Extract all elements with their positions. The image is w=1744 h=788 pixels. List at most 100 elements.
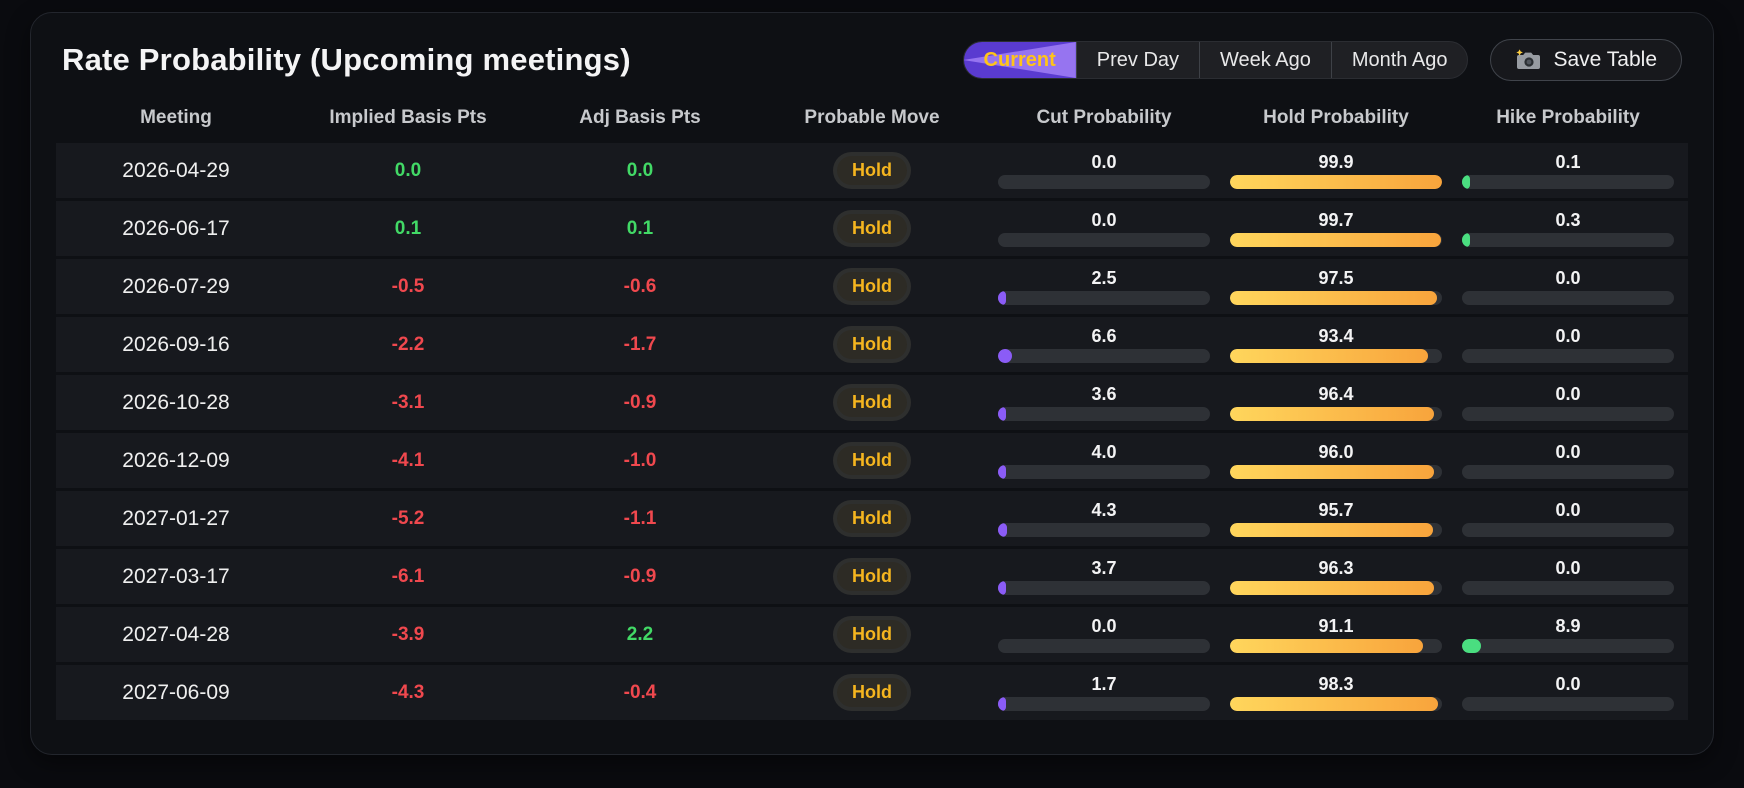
hike-probability-track	[1462, 175, 1674, 189]
meeting-date: 2026-06-17	[122, 216, 230, 240]
implied-basis-pts: -2.2	[391, 333, 425, 355]
table-row: 2026-12-09 -4.1 -1.0 Hold 4.0 96.0 0.0	[56, 433, 1688, 488]
hold-probability-bar	[1230, 697, 1439, 711]
hold-probability-bar	[1230, 581, 1435, 595]
card-header: Rate Probability (Upcoming meetings) Cur…	[56, 35, 1688, 81]
meeting-date: 2026-10-28	[122, 390, 230, 414]
tab-month-ago[interactable]: Month Ago	[1330, 42, 1468, 78]
timeframe-tabs: Current Prev Day Week Ago Month Ago	[962, 41, 1469, 79]
table-row: 2027-01-27 -5.2 -1.1 Hold 4.3 95.7 0.0	[56, 491, 1688, 546]
hold-probability-track	[1230, 407, 1442, 421]
hold-probability-cell: 96.0	[1220, 442, 1452, 479]
cut-probability-bar	[998, 291, 1007, 305]
hold-probability-track	[1230, 233, 1442, 247]
column-header: Cut Probability	[1036, 107, 1172, 128]
cut-probability-bar	[998, 349, 1012, 363]
hold-probability-cell: 99.9	[1220, 152, 1452, 189]
table-row: 2026-06-17 0.1 0.1 Hold 0.0 99.7 0.3	[56, 201, 1688, 256]
hold-probability-cell: 91.1	[1220, 616, 1452, 653]
hike-probability-value: 0.0	[1555, 326, 1581, 346]
meeting-date: 2026-12-09	[122, 448, 230, 472]
cut-probability-value: 0.0	[1091, 152, 1117, 172]
cut-probability-value: 6.6	[1091, 326, 1117, 346]
hold-probability-track	[1230, 523, 1442, 537]
meeting-date: 2027-03-17	[122, 564, 230, 588]
hike-probability-cell: 8.9	[1452, 616, 1684, 653]
cut-probability-cell: 0.0	[988, 210, 1220, 247]
cut-probability-track	[998, 697, 1210, 711]
implied-basis-pts: -0.5	[391, 275, 425, 297]
hike-probability-cell: 0.0	[1452, 500, 1684, 537]
meeting-date: 2027-01-27	[122, 506, 230, 530]
probable-move-badge: Hold	[837, 330, 907, 359]
hike-probability-track	[1462, 349, 1674, 363]
cut-probability-cell: 2.5	[988, 268, 1220, 305]
column-header: Hike Probability	[1496, 107, 1640, 128]
hike-probability-value: 0.0	[1555, 384, 1581, 404]
hike-probability-track	[1462, 639, 1674, 653]
adj-basis-pts: -0.9	[623, 391, 657, 413]
tab-week-ago[interactable]: Week Ago	[1199, 42, 1331, 78]
implied-basis-pts: -4.3	[391, 681, 425, 703]
hold-probability-track	[1230, 639, 1442, 653]
hold-probability-bar	[1230, 291, 1437, 305]
hike-probability-cell: 0.0	[1452, 558, 1684, 595]
probable-move-cell: Hold	[756, 330, 988, 359]
hike-probability-track	[1462, 523, 1674, 537]
hold-probability-track	[1230, 697, 1442, 711]
adj-basis-pts: -0.9	[623, 565, 657, 587]
cut-probability-cell: 0.0	[988, 152, 1220, 189]
cut-probability-value: 1.7	[1091, 674, 1117, 694]
hold-probability-cell: 93.4	[1220, 326, 1452, 363]
implied-basis-pts: 0.0	[394, 159, 422, 181]
adj-basis-pts: -0.4	[623, 681, 657, 703]
cut-probability-cell: 1.7	[988, 674, 1220, 711]
implied-basis-pts: -5.2	[391, 507, 425, 529]
hike-probability-value: 0.0	[1555, 442, 1581, 462]
hike-probability-cell: 0.0	[1452, 674, 1684, 711]
camera-icon	[1515, 49, 1541, 71]
cut-probability-cell: 4.3	[988, 500, 1220, 537]
cut-probability-track	[998, 465, 1210, 479]
tab-current[interactable]: Current	[963, 42, 1076, 78]
cut-probability-track	[998, 407, 1210, 421]
cut-probability-bar	[998, 465, 1007, 479]
hike-probability-track	[1462, 291, 1674, 305]
cut-probability-track	[998, 523, 1210, 537]
hold-probability-bar	[1230, 349, 1428, 363]
cut-probability-track	[998, 581, 1210, 595]
hold-probability-cell: 96.3	[1220, 558, 1452, 595]
cut-probability-value: 0.0	[1091, 616, 1117, 636]
hike-probability-track	[1462, 697, 1674, 711]
implied-basis-pts: -4.1	[391, 449, 425, 471]
hold-probability-value: 96.3	[1318, 558, 1354, 578]
save-table-button[interactable]: Save Table	[1490, 39, 1682, 81]
hike-probability-value: 0.0	[1555, 558, 1581, 578]
hike-probability-track	[1462, 407, 1674, 421]
cut-probability-track	[998, 233, 1210, 247]
page-title: Rate Probability (Upcoming meetings)	[62, 42, 631, 77]
cut-probability-bar	[998, 407, 1007, 421]
hold-probability-track	[1230, 291, 1442, 305]
table-row: 2027-03-17 -6.1 -0.9 Hold 3.7 96.3 0.0	[56, 549, 1688, 604]
hike-probability-value: 8.9	[1555, 616, 1581, 636]
probable-move-cell: Hold	[756, 156, 988, 185]
column-header: Adj Basis Pts	[579, 107, 701, 128]
probable-move-cell: Hold	[756, 562, 988, 591]
tab-label: Prev Day	[1096, 48, 1180, 71]
cut-probability-value: 3.6	[1091, 384, 1117, 404]
hike-probability-track	[1462, 233, 1674, 247]
table-header: Meeting Implied Basis Pts Adj Basis Pts Pro…	[56, 107, 1688, 129]
probable-move-cell: Hold	[756, 446, 988, 475]
probable-move-badge: Hold	[837, 156, 907, 185]
cut-probability-bar	[998, 697, 1007, 711]
cut-probability-track	[998, 639, 1210, 653]
cut-probability-value: 4.0	[1091, 442, 1117, 462]
cut-probability-bar	[998, 581, 1007, 595]
adj-basis-pts: -1.7	[623, 333, 657, 355]
meeting-date: 2026-04-29	[122, 158, 230, 182]
hold-probability-bar	[1230, 407, 1435, 421]
implied-basis-pts: -3.9	[391, 623, 425, 645]
column-header: Implied Basis Pts	[329, 107, 487, 128]
tab-prev-day[interactable]: Prev Day	[1075, 42, 1199, 78]
